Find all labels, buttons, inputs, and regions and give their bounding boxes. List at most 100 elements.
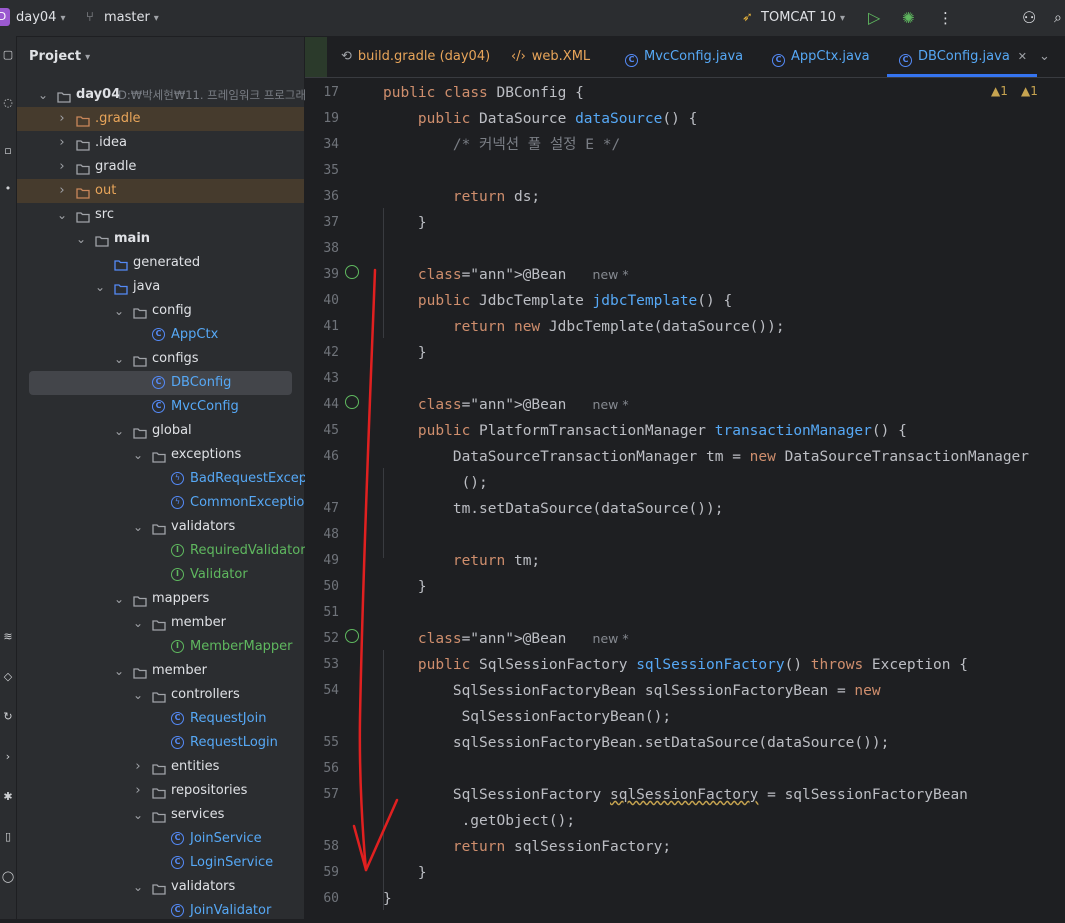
tree-item[interactable]: ⌄ day04 D:₩박세현₩11. 프레임워크 프로그래밍 (17, 83, 317, 107)
tree-item[interactable]: ⌄ member (17, 659, 304, 683)
tree-item[interactable]: › gradle (17, 155, 304, 179)
problems-tool-icon[interactable]: ✱ (0, 790, 16, 803)
project-tool-icon[interactable]: ▢ (0, 48, 16, 61)
build-tool-icon[interactable]: ◇ (0, 670, 16, 683)
chevron-down-icon[interactable]: ⌄ (94, 275, 106, 299)
debug-icon[interactable]: ✺ (902, 0, 915, 36)
package-icon (152, 520, 166, 535)
exception-class-icon: ϟ (171, 496, 184, 509)
folder-icon (114, 256, 128, 271)
run-config-selector[interactable]: ➶ TOMCAT 10 ▾ (742, 0, 845, 36)
services-tool-icon[interactable]: ≋ (0, 630, 16, 643)
tree-item[interactable]: C RequestJoin (17, 707, 304, 731)
tree-item[interactable]: ⌄ config (17, 299, 304, 323)
close-icon[interactable]: ✕ (1018, 50, 1027, 63)
chevron-down-icon[interactable]: ⌄ (132, 611, 144, 635)
folder-icon (76, 112, 90, 127)
tree-item[interactable]: ⌄ controllers (17, 683, 304, 707)
project-selector[interactable]: D day04 ▾ (0, 0, 66, 36)
git-branch-icon: ⑂ (86, 10, 94, 25)
tree-item[interactable]: C RequestLogin (17, 731, 304, 755)
tree-item-label: MvcConfig (171, 399, 239, 414)
terminal-tool-icon[interactable]: › (0, 750, 16, 763)
chevron-down-icon[interactable]: ⌄ (75, 227, 87, 251)
tree-item[interactable]: ⌄ java (17, 275, 304, 299)
chevron-right-icon[interactable]: › (56, 107, 68, 131)
chevron-right-icon[interactable]: › (56, 131, 68, 155)
chevron-down-icon[interactable]: ⌄ (113, 419, 125, 443)
class-icon: C (152, 376, 165, 389)
tree-item-label: LoginService (190, 855, 274, 870)
structure-tool-icon[interactable]: ▫ (0, 144, 16, 157)
chevron-down-icon[interactable]: ⌄ (113, 347, 125, 371)
more-actions-icon[interactable]: ⋮ (938, 0, 953, 36)
tree-item[interactable]: C AppCtx (17, 323, 304, 347)
tab-mvcconfig[interactable]: C MvcConfig.java (625, 37, 743, 77)
chevron-right-icon[interactable]: › (132, 779, 144, 803)
database-tool-icon[interactable]: ▯ (0, 830, 16, 843)
tree-item[interactable]: C MvcConfig (17, 395, 304, 419)
tree-item[interactable]: I Validator (17, 563, 304, 587)
chevron-right-icon[interactable]: › (56, 155, 68, 179)
tab-appctx[interactable]: C AppCtx.java (772, 37, 870, 77)
chevron-down-icon[interactable]: ⌄ (132, 875, 144, 899)
tree-item[interactable]: ⌄ configs (17, 347, 304, 371)
branch-selector[interactable]: ⑂ master ▾ (86, 0, 159, 36)
chevron-right-icon[interactable]: › (132, 755, 144, 779)
tree-item[interactable]: I RequiredValidator (17, 539, 306, 563)
chevron-down-icon[interactable]: ⌄ (113, 299, 125, 323)
tree-item[interactable]: I MemberMapper (17, 635, 304, 659)
tree-item[interactable]: ⌄ validators (17, 875, 304, 899)
tree-item[interactable]: ⌄ mappers (17, 587, 304, 611)
chevron-right-icon[interactable]: › (56, 179, 68, 203)
tree-item[interactable]: ⌄ global (17, 419, 304, 443)
chevron-down-icon[interactable]: ⌄ (113, 659, 125, 683)
class-icon: C (171, 856, 184, 869)
tab-list-chevron-icon[interactable]: ⌄ (1039, 37, 1050, 77)
tab-build-gradle[interactable]: ⟲ build.gradle (day04) (341, 37, 490, 77)
project-panel-title[interactable]: Project ▾ (29, 49, 90, 64)
chevron-down-icon[interactable]: ⌄ (56, 203, 68, 227)
chevron-down-icon[interactable]: ⌄ (113, 587, 125, 611)
tree-item[interactable]: › repositories (17, 779, 304, 803)
commit-tool-icon[interactable]: ◌ (0, 96, 16, 109)
tree-item[interactable]: ⌄ validators (17, 515, 304, 539)
package-icon (152, 448, 166, 463)
module-icon (57, 88, 71, 103)
chevron-down-icon[interactable]: ⌄ (132, 683, 144, 707)
chevron-down-icon[interactable]: ⌄ (132, 803, 144, 827)
run-icon[interactable]: ▷ (868, 0, 880, 36)
tree-item[interactable]: ⌄ main (17, 227, 304, 251)
run-tool-icon[interactable]: ↻ (0, 710, 16, 723)
tree-item-label: configs (152, 351, 199, 366)
tree-item[interactable]: › .gradle (17, 107, 304, 131)
chevron-down-icon[interactable]: ⌄ (37, 83, 49, 107)
tab-web-xml[interactable]: ‹/› web.XML (511, 37, 590, 77)
tree-item[interactable]: ⌄ src (17, 203, 304, 227)
tree-item-label: java (133, 279, 161, 294)
more-tools-icon[interactable]: • (0, 182, 16, 195)
tree-item-label: RequestJoin (190, 711, 267, 726)
tree-item[interactable]: C JoinValidator (17, 899, 304, 923)
code-editor[interactable]: ▲1 ▲1 17 public class DBConfig {19 public… (305, 78, 1065, 919)
search-icon[interactable]: ⌕ (1054, 0, 1062, 36)
tree-item[interactable]: generated (17, 251, 304, 275)
tree-item[interactable]: C JoinService (17, 827, 304, 851)
tree-item[interactable]: C DBConfig (29, 371, 292, 395)
tree-item[interactable]: ⌄ services (17, 803, 304, 827)
add-user-icon[interactable]: ⚇ (1022, 0, 1036, 36)
tree-item[interactable]: C LoginService (17, 851, 304, 875)
git-tool-icon[interactable]: ◯ (0, 870, 16, 883)
tree-item[interactable]: ⌄ member (17, 611, 304, 635)
tab-dbconfig[interactable]: C DBConfig.java ✕ (887, 37, 1037, 77)
tree-item[interactable]: ⌄ exceptions (17, 443, 304, 467)
tree-item[interactable]: ϟ CommonException (17, 491, 313, 515)
chevron-down-icon[interactable]: ⌄ (132, 515, 144, 539)
chevron-down-icon[interactable]: ⌄ (132, 443, 144, 467)
tree-item-label: out (95, 183, 117, 198)
tree-item-label: MemberMapper (190, 639, 293, 654)
tree-item[interactable]: › .idea (17, 131, 304, 155)
tree-item[interactable]: ϟ BadRequestException (17, 467, 332, 491)
tree-item[interactable]: › out (17, 179, 304, 203)
tree-item[interactable]: › entities (17, 755, 304, 779)
